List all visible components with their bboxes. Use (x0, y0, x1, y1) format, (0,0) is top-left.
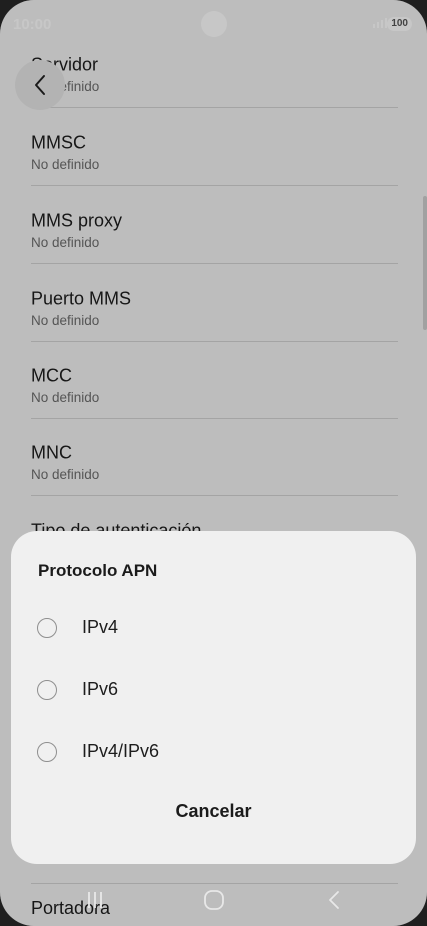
option-label: IPv4/IPv6 (82, 741, 160, 761)
option-label: IPv6 (82, 679, 119, 699)
recent-apps-icon (88, 892, 102, 908)
recent-apps-button[interactable] (65, 880, 125, 920)
option-ipv4-ipv6[interactable]: IPv4/IPv6 (11, 726, 416, 782)
navigation-bar (0, 880, 427, 920)
option-ipv4[interactable]: IPv4 (11, 602, 416, 658)
cancel-button[interactable]: Cancelar (11, 801, 416, 822)
option-ipv6[interactable]: IPv6 (11, 664, 416, 720)
radio-button[interactable] (37, 680, 57, 700)
home-icon (204, 890, 224, 910)
radio-button[interactable] (37, 618, 57, 638)
home-button[interactable] (184, 880, 244, 920)
nav-back-icon (329, 891, 339, 909)
apn-protocol-dialog: Protocolo APN IPv4 IPv6 IPv4/IPv6 Cancel… (11, 531, 416, 864)
radio-button[interactable] (37, 742, 57, 762)
dialog-title: Protocolo APN (38, 561, 158, 580)
nav-back-button[interactable] (304, 880, 364, 920)
option-label: IPv4 (82, 617, 119, 637)
phone-screen: 10:00 100 Servidor No definido MMSC No d… (0, 0, 427, 926)
